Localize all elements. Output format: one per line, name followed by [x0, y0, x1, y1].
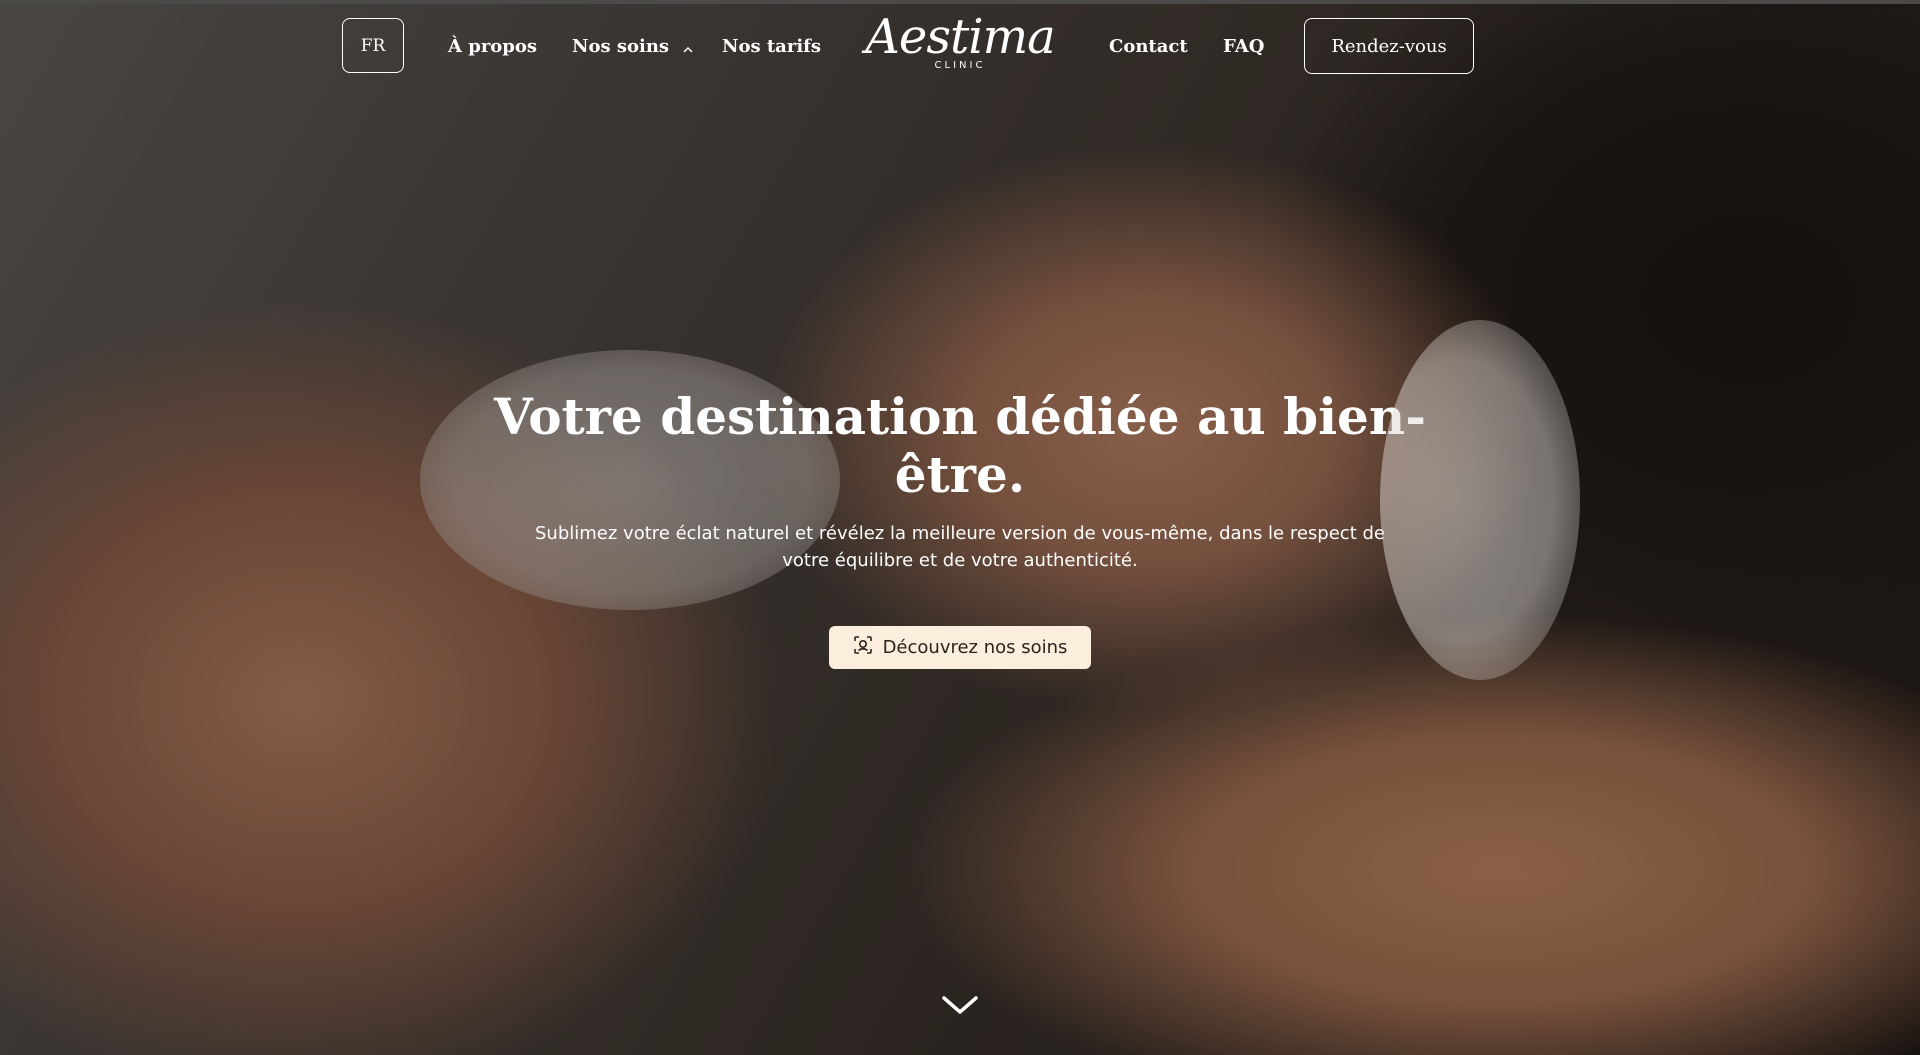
- nav-pricing-label: Nos tarifs: [722, 36, 822, 57]
- nav-link-contact[interactable]: Contact: [1109, 36, 1188, 57]
- chevron-down-icon[interactable]: [940, 990, 980, 1020]
- language-button[interactable]: FR: [342, 18, 404, 73]
- nav-link-services[interactable]: Nos soins: [572, 36, 693, 58]
- hero-background: FR À propos Nos soins Nos tarifs Aestima…: [0, 0, 1920, 1055]
- brand-logo[interactable]: Aestima CLINIC: [848, 10, 1072, 71]
- face-scan-icon: [853, 635, 873, 660]
- nav-link-pricing[interactable]: Nos tarifs: [722, 36, 821, 57]
- hero-headline: Votre destination dédiée au bien-être.: [494, 387, 1426, 504]
- discover-services-label: Découvrez nos soins: [882, 637, 1068, 658]
- language-label: FR: [360, 35, 386, 56]
- appointment-label: Rendez-vous: [1331, 35, 1447, 57]
- nav-about-label: À propos: [448, 36, 538, 57]
- nav-link-faq[interactable]: FAQ: [1223, 36, 1264, 57]
- appointment-button[interactable]: Rendez-vous: [1304, 18, 1474, 74]
- nav-contact-label: Contact: [1109, 36, 1188, 57]
- nav-faq-label: FAQ: [1223, 36, 1265, 57]
- discover-services-button[interactable]: Découvrez nos soins: [829, 626, 1091, 669]
- hero-subtitle: Sublimez votre éclat naturel et révélez …: [535, 523, 1385, 571]
- nav-link-about[interactable]: À propos: [448, 36, 537, 57]
- chevron-up-icon: [683, 37, 693, 58]
- logo-name: Aestima: [865, 9, 1055, 65]
- main-navigation: FR À propos Nos soins Nos tarifs Aestima…: [0, 0, 1920, 95]
- nav-services-label: Nos soins: [572, 36, 670, 57]
